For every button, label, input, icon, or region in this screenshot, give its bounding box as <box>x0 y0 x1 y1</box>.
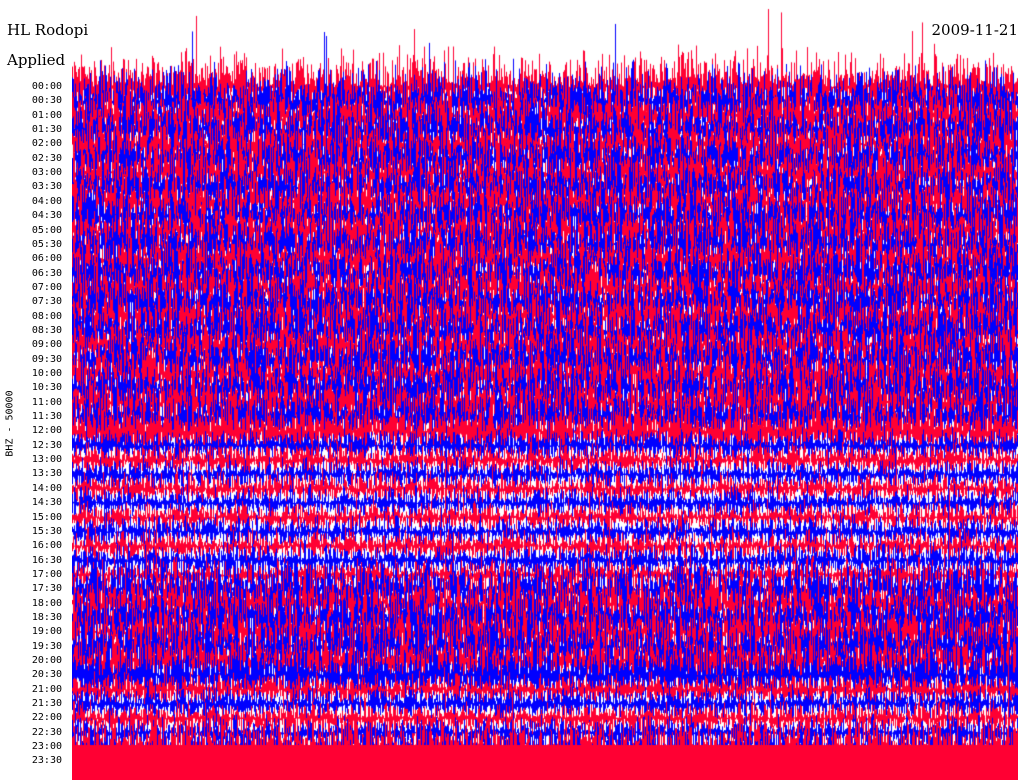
time-label: 09:00 <box>31 339 62 351</box>
time-label: 00:00 <box>31 81 62 92</box>
time-label: 14:30 <box>31 497 62 509</box>
time-label: 03:00 <box>31 167 62 179</box>
time-label: 21:00 <box>31 683 62 695</box>
time-label: 17:30 <box>31 583 62 595</box>
time-label: 04:30 <box>31 210 62 222</box>
time-label: 15:00 <box>31 511 62 523</box>
time-label: 05:30 <box>31 238 62 250</box>
time-label: 08:30 <box>31 324 62 336</box>
time-label: 10:00 <box>31 368 62 379</box>
time-label: 01:30 <box>31 124 62 136</box>
time-label: 23:00 <box>31 741 62 753</box>
date-label: 2009-11-21 <box>931 21 1018 39</box>
time-label: 15:30 <box>31 525 62 537</box>
time-label: 18:30 <box>31 611 62 623</box>
time-label: 04:00 <box>31 195 62 207</box>
time-label: 19:00 <box>31 626 62 638</box>
time-label: 17:00 <box>31 568 62 580</box>
filter-label: Applied <box>7 51 66 69</box>
channel-label: BHZ - 50000 <box>4 390 16 457</box>
time-label: 16:30 <box>31 554 62 566</box>
time-label: 02:00 <box>31 138 62 150</box>
time-label: 06:00 <box>31 253 62 265</box>
time-label: 07:30 <box>31 296 62 308</box>
time-label: 07:00 <box>31 281 62 293</box>
time-label: 00:30 <box>31 95 62 107</box>
time-label: 14:00 <box>31 482 62 494</box>
time-label: 09:30 <box>31 353 62 365</box>
time-label: 03:30 <box>31 181 62 193</box>
time-label: 01:00 <box>31 109 62 121</box>
time-label: 22:30 <box>31 726 62 738</box>
time-label: 08:00 <box>31 310 62 322</box>
station-title: HL Rodopi <box>7 21 89 39</box>
helicorder-traces <box>72 0 1018 780</box>
time-label: 22:00 <box>31 712 62 724</box>
time-label: 16:00 <box>31 540 62 552</box>
time-label: 18:00 <box>31 597 62 609</box>
time-label: 23:30 <box>31 755 62 767</box>
time-label: 21:30 <box>31 698 62 710</box>
time-label: 02:30 <box>31 152 62 164</box>
time-label: 06:30 <box>31 267 62 279</box>
time-label: 05:00 <box>31 224 62 236</box>
time-label: 20:00 <box>31 655 62 666</box>
time-label: 19:30 <box>31 640 62 652</box>
time-label: 13:30 <box>31 468 62 480</box>
time-label: 20:30 <box>31 669 62 681</box>
